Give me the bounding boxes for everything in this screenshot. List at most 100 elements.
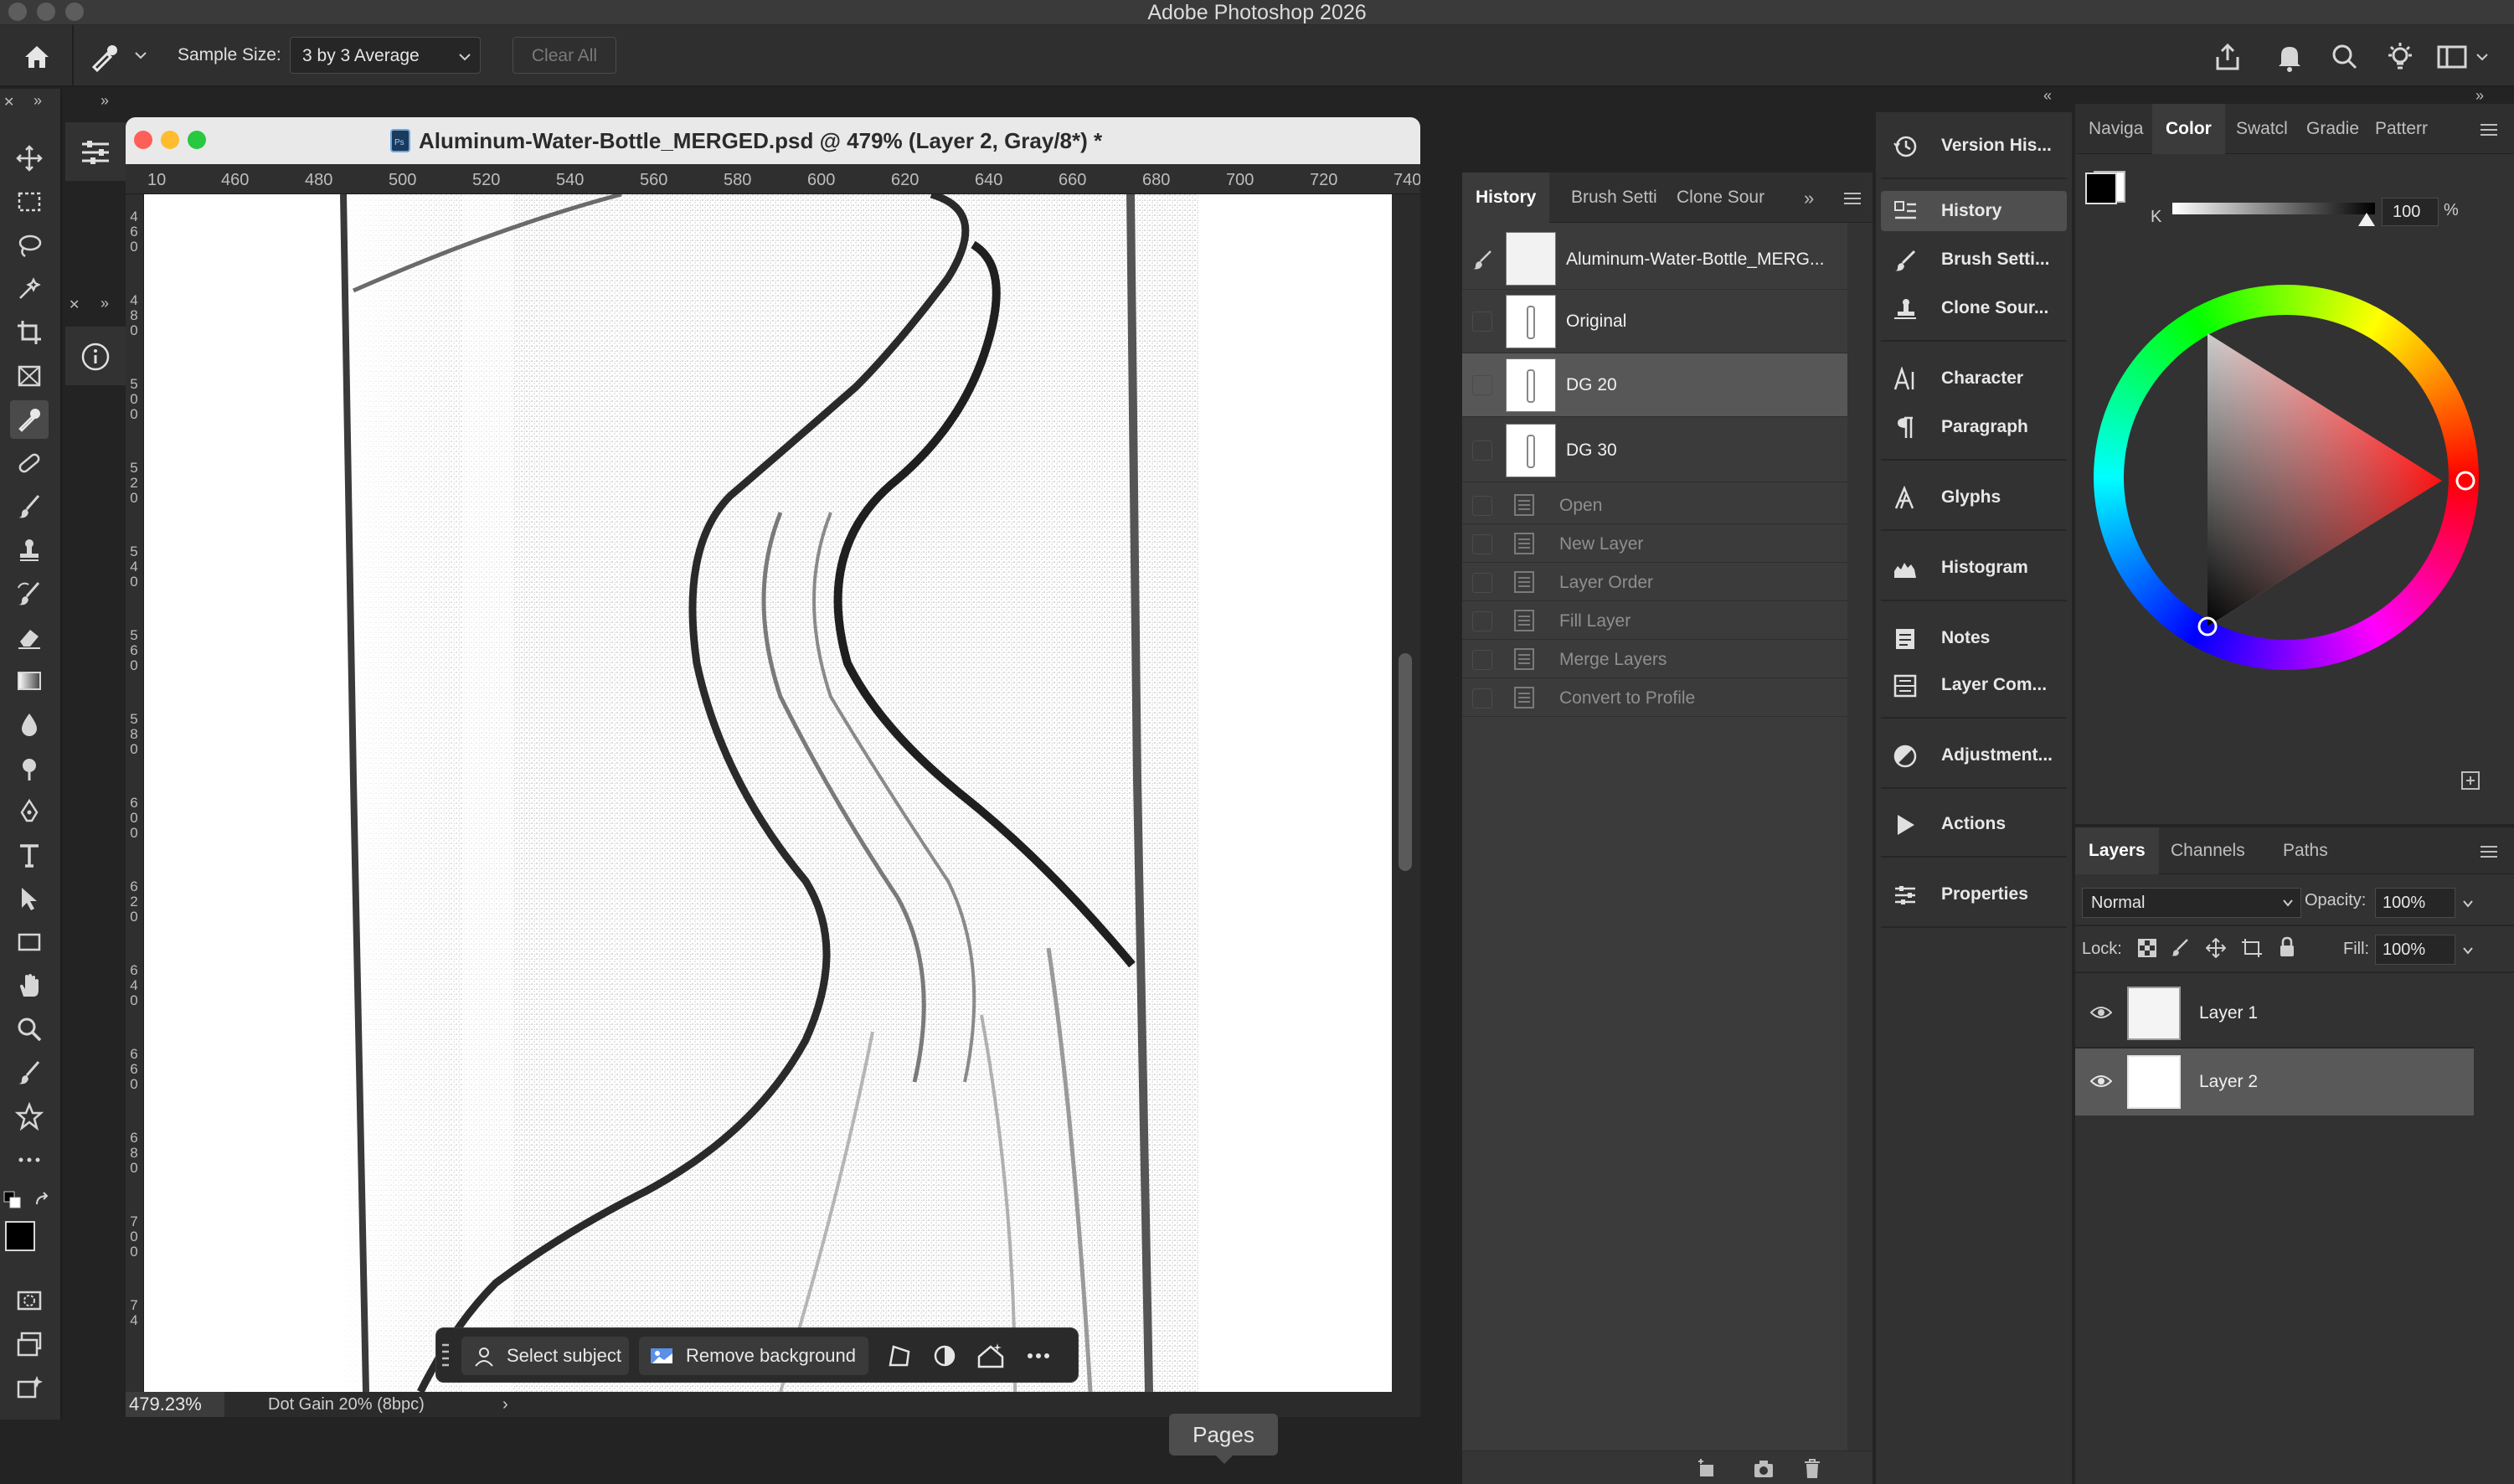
saturation-triangle[interactable] xyxy=(2094,285,2479,670)
add-swatch-icon[interactable] xyxy=(2460,770,2481,791)
dock-brush-settings[interactable]: Brush Setti... xyxy=(1881,236,2067,283)
dock-clone-source[interactable]: Clone Sour... xyxy=(1881,285,2067,332)
search-icon[interactable] xyxy=(2328,40,2362,74)
object-selection-icon[interactable] xyxy=(10,270,49,308)
visibility-eye-icon[interactable] xyxy=(2090,1074,2112,1089)
history-snapshot[interactable]: Aluminum-Water-Bottle_MERG... xyxy=(1462,228,1847,290)
spot-healing-brush-icon[interactable] xyxy=(10,444,49,482)
generative-fill-icon[interactable] xyxy=(10,1368,49,1407)
type-tool-icon[interactable] xyxy=(10,836,49,874)
new-document-from-state-icon[interactable] xyxy=(1695,1458,1718,1480)
clone-stamp-icon[interactable] xyxy=(10,531,49,569)
history-state[interactable]: Open xyxy=(1462,486,1847,524)
document-minimize-button[interactable] xyxy=(161,131,179,149)
vertical-ruler[interactable]: 460 480 500 520 540 560 580 600 620 640 660 680 700 7… xyxy=(126,194,144,1392)
chevron-down-icon[interactable] xyxy=(134,49,147,62)
lock-transparent-pixels-icon[interactable] xyxy=(2137,938,2157,958)
mask-icon[interactable] xyxy=(930,1342,959,1370)
clear-all-button[interactable]: Clear All xyxy=(513,37,616,74)
history-brush-source-checkbox[interactable] xyxy=(1472,573,1492,593)
history-brush-source-checkbox[interactable] xyxy=(1472,688,1492,709)
history-brush-icon[interactable] xyxy=(10,575,49,613)
panel-menu-icon[interactable] xyxy=(1842,191,1862,206)
delete-trash-icon[interactable] xyxy=(1800,1458,1824,1480)
dock-paragraph[interactable]: Paragraph xyxy=(1881,404,2067,451)
generative-fill-icon[interactable] xyxy=(976,1342,1006,1370)
pen-tool-icon[interactable] xyxy=(10,792,49,831)
eyedropper-tool-icon[interactable] xyxy=(10,400,49,439)
frame-tool-icon[interactable] xyxy=(10,357,49,395)
blur-tool-icon[interactable] xyxy=(10,705,49,744)
foreground-color-swatch[interactable] xyxy=(2085,173,2117,204)
select-subject-button[interactable]: Select subject xyxy=(461,1337,629,1375)
tab-clone-source[interactable]: Clone Sour xyxy=(1677,173,1770,223)
default-colors-icon[interactable] xyxy=(3,1191,22,1209)
dock-layer-comps[interactable]: Layer Com... xyxy=(1881,662,2067,709)
slider-handle[interactable] xyxy=(2358,213,2375,226)
tab-navigator[interactable]: Naviga xyxy=(2089,104,2149,154)
history-brush-source-checkbox[interactable] xyxy=(1472,441,1492,461)
expand-panels-icon[interactable]: » xyxy=(2475,87,2484,105)
panel-menu-icon[interactable] xyxy=(2479,122,2499,137)
new-snapshot-camera-icon[interactable] xyxy=(1752,1458,1775,1480)
history-brush-source-checkbox[interactable] xyxy=(1472,496,1492,516)
opacity-input[interactable]: 100% xyxy=(2375,888,2455,918)
history-scroll-track[interactable] xyxy=(1847,223,1873,1484)
blend-mode-select[interactable]: Normal xyxy=(2082,888,2301,918)
history-brush-source-checkbox[interactable] xyxy=(1472,312,1492,332)
more-tools-icon[interactable] xyxy=(10,1141,49,1179)
notifications-bell-icon[interactable] xyxy=(2273,40,2306,74)
expand-panel-icon[interactable]: » xyxy=(100,295,109,312)
color-wheel[interactable] xyxy=(2094,285,2479,670)
hand-tool-icon[interactable] xyxy=(10,966,49,1005)
tab-layers[interactable]: Layers xyxy=(2075,827,2159,874)
gradient-tool-icon[interactable] xyxy=(10,662,49,700)
transform-selection-icon[interactable] xyxy=(885,1342,914,1370)
dock-properties[interactable]: Properties xyxy=(1881,871,2067,918)
dock-version-history[interactable]: Version His... xyxy=(1881,122,2067,169)
tab-color[interactable]: Color xyxy=(2152,104,2225,154)
star-icon[interactable] xyxy=(10,1097,49,1136)
crop-tool-icon[interactable] xyxy=(10,313,49,352)
chevron-down-icon[interactable] xyxy=(2475,50,2489,64)
lock-all-icon[interactable] xyxy=(2278,936,2296,958)
close-panel-icon[interactable]: ✕ xyxy=(69,296,80,313)
screen-mode-icon[interactable] xyxy=(10,1325,49,1363)
visibility-eye-icon[interactable] xyxy=(2090,1005,2112,1020)
eyedropper-tool-preset-icon[interactable] xyxy=(87,40,124,74)
discover-lightbulb-icon[interactable] xyxy=(2383,40,2417,74)
history-snapshot[interactable]: Original xyxy=(1462,290,1847,353)
collapse-panels-icon[interactable]: « xyxy=(2043,87,2052,105)
swap-colors-icon[interactable] xyxy=(33,1191,54,1209)
layer-row[interactable]: Layer 1 xyxy=(2075,980,2474,1047)
dock-notes[interactable]: Notes xyxy=(1881,615,2067,662)
history-brush-source-checkbox[interactable] xyxy=(1472,650,1492,670)
lasso-tool-icon[interactable] xyxy=(10,226,49,265)
history-brush-source-checkbox[interactable] xyxy=(1472,375,1492,395)
tab-channels[interactable]: Channels xyxy=(2171,827,2245,874)
home-icon[interactable] xyxy=(20,40,54,74)
document-title-bar[interactable]: Ps Aluminum-Water-Bottle_MERGED.psd @ 47… xyxy=(126,117,1420,164)
tab-history[interactable]: History xyxy=(1462,173,1550,223)
quick-mask-icon[interactable] xyxy=(10,1281,49,1320)
tab-brush-settings[interactable]: Brush Setti xyxy=(1571,173,1665,223)
history-state[interactable]: Convert to Profile xyxy=(1462,678,1847,717)
expand-panel-icon[interactable]: » xyxy=(100,92,109,110)
share-icon[interactable] xyxy=(2211,40,2244,74)
sample-size-select[interactable]: 3 by 3 Average xyxy=(290,37,481,74)
history-brush-source-checkbox[interactable] xyxy=(1472,611,1492,631)
document-status-info[interactable]: Dot Gain 20% (8bpc) xyxy=(268,1392,425,1417)
history-state[interactable]: Merge Layers xyxy=(1462,640,1847,678)
chevron-down-icon[interactable] xyxy=(2462,945,2474,956)
zoom-level-field[interactable]: 479.23% xyxy=(126,1392,224,1417)
more-options-icon[interactable] xyxy=(1024,1342,1053,1370)
tab-gradients[interactable]: Gradie xyxy=(2306,104,2363,154)
history-snapshot[interactable]: DG 30 xyxy=(1462,417,1847,482)
remove-background-button[interactable]: Remove background xyxy=(639,1337,868,1375)
chevron-down-icon[interactable] xyxy=(2462,898,2474,909)
tab-patterns[interactable]: Patterr xyxy=(2375,104,2435,154)
dock-adjustments[interactable]: Adjustment... xyxy=(1881,732,2067,779)
zoom-tool-icon[interactable] xyxy=(10,1010,49,1049)
history-brush-source-checkbox[interactable] xyxy=(1472,534,1492,554)
dock-glyphs[interactable]: Glyphs xyxy=(1881,474,2067,521)
